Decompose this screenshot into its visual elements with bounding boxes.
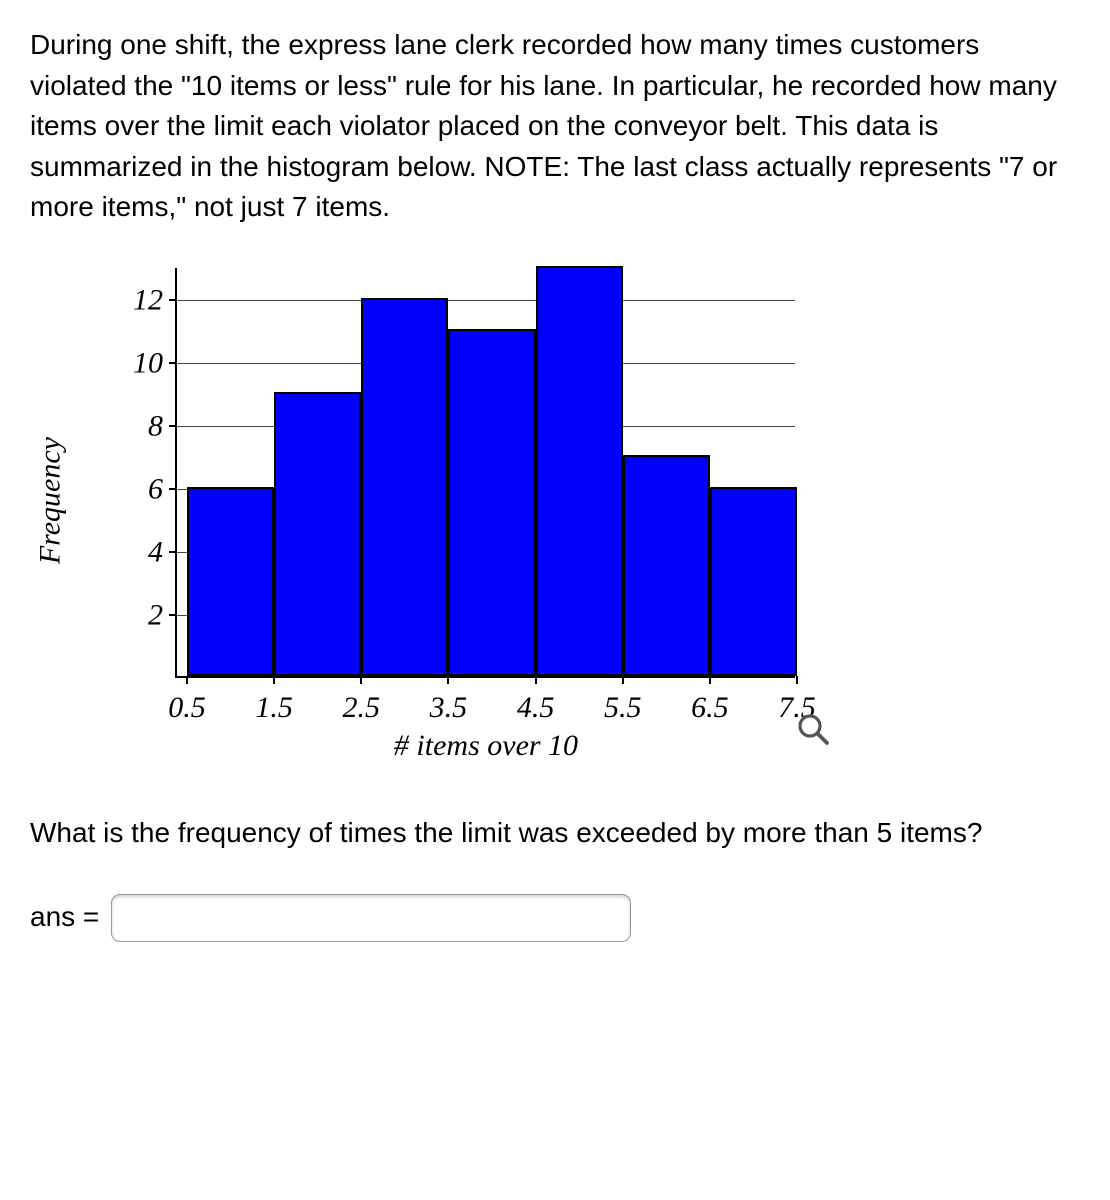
x-tick-label: 1.5 — [255, 676, 293, 730]
x-tick-label: 5.5 — [604, 676, 642, 730]
plot-area: # items over 10 246810120.51.52.53.54.55… — [175, 268, 795, 678]
x-tick-label: 3.5 — [430, 676, 468, 730]
x-tick-label: 4.5 — [517, 676, 555, 730]
histogram-bar — [623, 455, 710, 676]
x-tick-label: 0.5 — [168, 676, 206, 730]
answer-input[interactable] — [111, 894, 631, 942]
y-tick-label: 2 — [148, 593, 177, 637]
y-tick-label: 10 — [133, 341, 177, 385]
gridline — [177, 300, 795, 301]
problem-prompt: During one shift, the express lane clerk… — [30, 25, 1080, 228]
x-axis-label: # items over 10 — [394, 724, 578, 768]
y-tick-label: 4 — [148, 530, 177, 574]
answer-label: ans = — [30, 897, 99, 938]
question-text: What is the frequency of times the limit… — [30, 813, 1080, 854]
histogram-bar — [448, 329, 535, 676]
histogram-bar — [187, 487, 274, 676]
magnify-icon[interactable] — [796, 712, 830, 758]
y-tick-label: 6 — [148, 467, 177, 511]
histogram-bar — [361, 298, 448, 676]
y-tick-label: 8 — [148, 404, 177, 448]
histogram-bar — [274, 392, 361, 676]
y-tick-label: 12 — [133, 278, 177, 322]
y-axis-label: Frequency — [28, 437, 72, 564]
histogram-bar — [710, 487, 797, 676]
x-tick-label: 2.5 — [343, 676, 381, 730]
x-tick-label: 6.5 — [691, 676, 729, 730]
histogram-bar — [536, 266, 623, 676]
histogram-chart: Frequency # items over 10 246810120.51.5… — [60, 258, 840, 778]
answer-row: ans = — [30, 894, 1080, 942]
